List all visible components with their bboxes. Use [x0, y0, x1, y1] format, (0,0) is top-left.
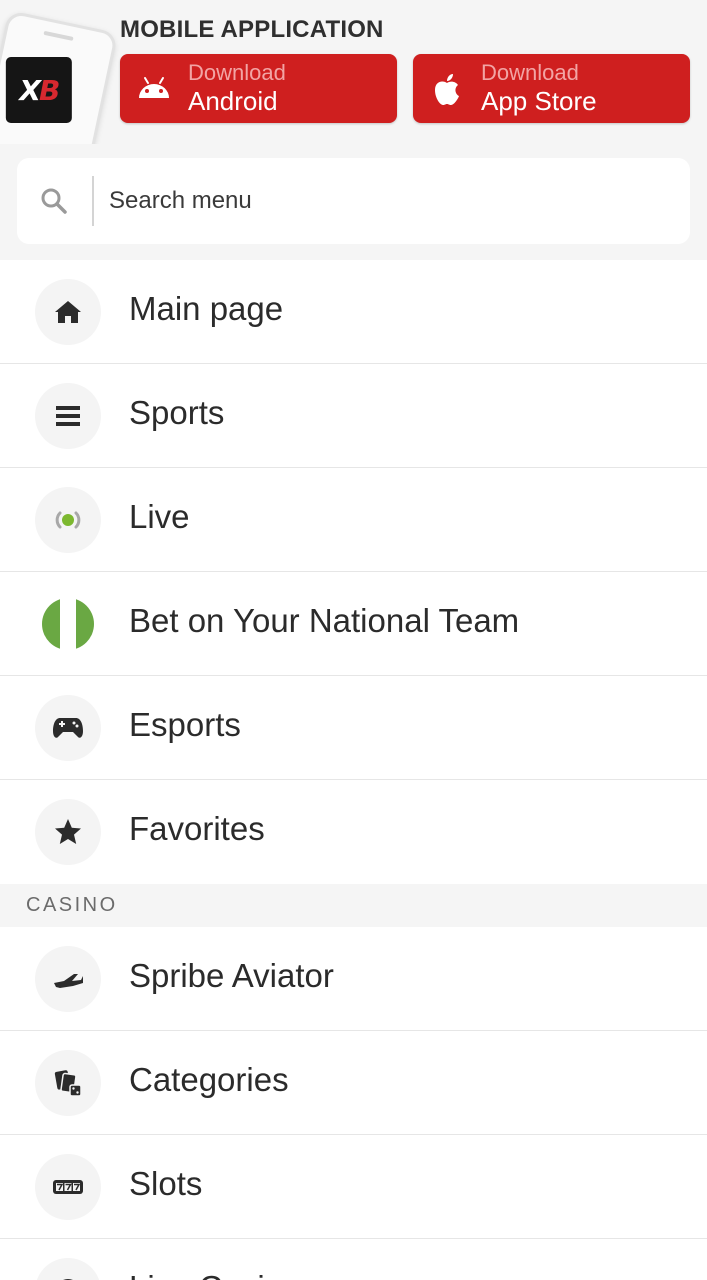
menu-item-esports[interactable]: Esports [0, 676, 707, 780]
search-divider [92, 176, 94, 226]
menu-item-label: Sports [129, 394, 225, 431]
menu-item-label: Live [129, 498, 190, 535]
menu-item-label: Main page [129, 290, 284, 327]
airplane-icon [35, 946, 101, 1012]
live-casino-icon [35, 1258, 101, 1280]
menu-item-slots[interactable]: Slots [0, 1135, 707, 1239]
download-android-button[interactable]: Download Android [120, 54, 397, 123]
search-box[interactable] [17, 158, 690, 244]
live-broadcast-icon [35, 487, 101, 553]
menu-item-national-team[interactable]: Bet on Your National Team [0, 572, 707, 676]
menu-item-main-page[interactable]: Main page [0, 260, 707, 364]
menu-item-sports[interactable]: Sports [0, 364, 707, 468]
logo-letter-x: X [19, 73, 39, 107]
ios-store-label: App Store [481, 86, 597, 116]
search-input[interactable] [109, 158, 669, 244]
android-store-label: Android [188, 86, 278, 116]
menu-item-label: Bet on Your National Team [129, 602, 520, 639]
home-icon [35, 279, 101, 345]
list-icon [35, 383, 101, 449]
menu-item-categories[interactable]: Categories [0, 1031, 707, 1135]
slot-777-icon [35, 1154, 101, 1220]
menu-item-label: Esports [129, 706, 241, 743]
search-section [0, 144, 707, 260]
mobile-app-banner: XB MOBILE APPLICATION Download Android D… [0, 0, 707, 144]
ios-download-caption: Download [481, 60, 579, 85]
logo-letter-b: B [38, 73, 59, 107]
app-logo: XB [5, 56, 72, 123]
download-app-store-button[interactable]: Download App Store [413, 54, 690, 123]
search-icon [41, 188, 67, 214]
phone-notch [43, 30, 74, 41]
menu-item-label: Live Casino [129, 1269, 301, 1280]
apple-icon [435, 74, 459, 105]
casino-section-header: CASINO [0, 884, 707, 927]
menu-item-spribe-aviator[interactable]: Spribe Aviator [0, 927, 707, 1031]
android-download-caption: Download [188, 60, 286, 85]
phone-illustration: XB [0, 9, 119, 144]
main-menu: Main page Sports Live Bet on Your Nation… [0, 260, 707, 884]
cards-dice-icon [35, 1050, 101, 1116]
menu-item-live[interactable]: Live [0, 468, 707, 572]
menu-item-favorites[interactable]: Favorites [0, 780, 707, 884]
star-icon [35, 799, 101, 865]
android-icon [139, 77, 169, 98]
menu-item-label: Categories [129, 1061, 289, 1098]
menu-item-label: Favorites [129, 810, 265, 847]
menu-item-label: Spribe Aviator [129, 957, 334, 994]
banner-title: MOBILE APPLICATION [120, 16, 384, 43]
casino-menu: Spribe Aviator Categories Slots [0, 927, 707, 1280]
menu-item-live-casino[interactable]: Live Casino [0, 1239, 707, 1280]
gamepad-icon [35, 695, 101, 761]
menu-item-label: Slots [129, 1165, 203, 1202]
nigeria-flag-icon [42, 598, 94, 650]
